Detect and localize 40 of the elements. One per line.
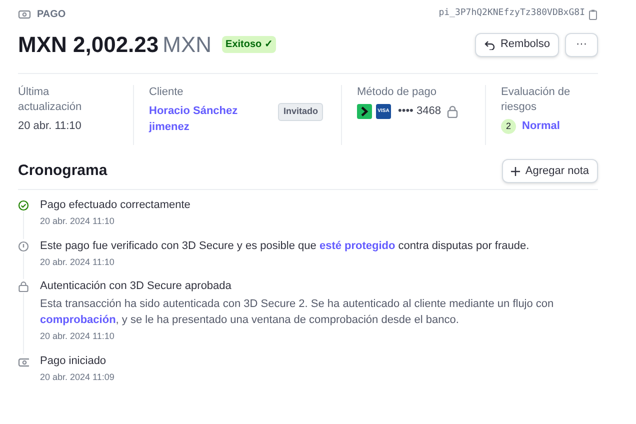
copy-icon bbox=[588, 8, 598, 20]
currency-code: MXN bbox=[162, 31, 212, 59]
refund-button[interactable]: Rembolso bbox=[475, 32, 559, 56]
inline-link[interactable]: esté protegido bbox=[319, 240, 396, 252]
event-time: 20 abr. 2024 11:10 bbox=[40, 215, 116, 228]
lock-icon bbox=[446, 104, 458, 118]
event-time: 20 abr. 2024 11:09 bbox=[40, 370, 116, 384]
status-badge: Exitoso ✓ bbox=[222, 36, 276, 53]
event-title: Autenticación con 3D Secure aprobada bbox=[40, 279, 232, 294]
event-time: 20 abr. 2024 11:10 bbox=[40, 330, 116, 343]
event-title: Pago efectuado correctamente bbox=[40, 198, 192, 213]
add-note-button[interactable]: Agregar nota bbox=[502, 159, 598, 183]
lock-icon bbox=[18, 281, 29, 292]
info-icon bbox=[18, 240, 29, 252]
money-icon bbox=[18, 8, 31, 20]
chevron-icon bbox=[357, 104, 372, 119]
field-label: Método de pago bbox=[357, 85, 438, 100]
payment-amount: MXN 2,002.23 bbox=[18, 31, 159, 59]
section-title: Cronograma bbox=[18, 160, 108, 181]
field-label: Última actualización bbox=[18, 85, 83, 115]
plus-icon bbox=[511, 166, 520, 176]
more-button[interactable]: ··· bbox=[565, 32, 598, 56]
risk-level-link[interactable]: Normal bbox=[522, 118, 560, 134]
guest-badge: Invitado bbox=[278, 103, 323, 120]
field-value: 20 abr. 11:10 bbox=[18, 119, 82, 134]
page-label: PAGO bbox=[37, 8, 66, 22]
field-label: Cliente bbox=[149, 85, 184, 100]
card-number: •••• 3468 bbox=[398, 104, 441, 119]
risk-score-badge: 2 bbox=[501, 118, 516, 134]
event-time: 20 abr. 2024 11:10 bbox=[40, 256, 116, 268]
undo-icon bbox=[484, 40, 496, 50]
check-circle-icon bbox=[18, 200, 29, 211]
inline-link[interactable]: comprobación bbox=[40, 314, 116, 326]
payment-id: pi_3P7hQ2KNEfzyTz380VDBxG8I bbox=[438, 7, 585, 20]
customer-link[interactable]: Horacio Sánchez jimenez bbox=[149, 103, 249, 135]
event-title: Pago iniciado bbox=[40, 354, 108, 368]
field-label: Evaluación de riesgos bbox=[501, 85, 572, 115]
event-title: Este pago fue verificado con 3D Secure y es posible que esté protegido contra disputas por fraude. bbox=[40, 238, 530, 254]
money-icon bbox=[18, 356, 29, 366]
event-description: Esta transacción ha sido autenticada con 3D Secure 2. Se ha autenticado al cliente mediante un flujo con comprobación, y se le ha presentado una ventana de comprobación desde el banco. bbox=[40, 297, 555, 328]
